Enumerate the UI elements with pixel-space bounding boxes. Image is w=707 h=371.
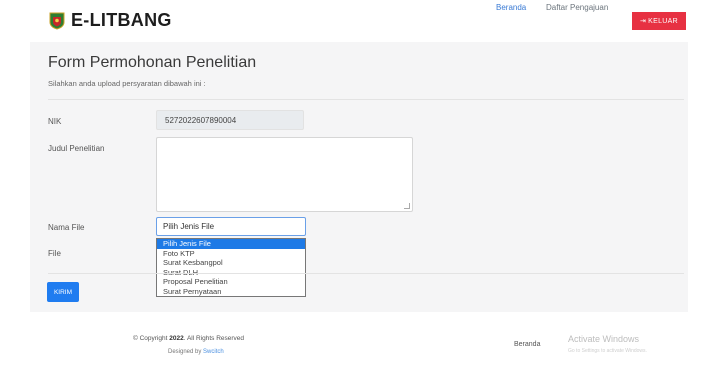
nik-label: NIK — [48, 117, 62, 126]
page-title: Form Permohonan Penelitian — [48, 54, 257, 71]
designed-prefix: Designed by — [168, 349, 204, 355]
footer-credits: Designed by Swcitch — [168, 349, 224, 355]
footer-copyright: © Copyright 2022. All Rights Reserved — [133, 335, 244, 342]
activate-windows-subtitle: Go to Settings to activate Windows. — [568, 348, 647, 354]
top-navbar: E-LITBANG Beranda Daftar Pengajuan ⇥ KEL… — [0, 0, 707, 42]
shield-logo-icon — [49, 12, 65, 30]
logout-label: KELUAR — [648, 17, 678, 25]
designer-link[interactable]: Swcitch — [203, 349, 224, 355]
submit-button[interactable]: KIRIM — [47, 282, 79, 302]
resize-grip-icon[interactable] — [404, 203, 410, 209]
judul-textarea[interactable] — [156, 137, 413, 212]
copyright-suffix: . All Rights Reserved — [183, 335, 245, 342]
file-type-selected-value: Pilih Jenis File — [163, 222, 215, 231]
logout-arrow-icon: ⇥ — [640, 18, 647, 25]
copyright-prefix: © Copyright — [133, 335, 170, 342]
option-surat-pernyataan[interactable]: Surat Pernyataan — [157, 287, 305, 297]
judul-label: Judul Penelitian — [48, 144, 105, 153]
activate-windows-watermark: Activate Windows — [568, 334, 640, 344]
option-foto-ktp[interactable]: Foto KTP — [157, 249, 305, 259]
nik-field: 5272022607890004 — [156, 110, 304, 130]
logout-button[interactable]: ⇥ KELUAR — [632, 12, 686, 30]
form-panel: Form Permohonan Penelitian Silahkan anda… — [30, 42, 688, 312]
file-type-select[interactable]: Pilih Jenis File — [156, 217, 306, 236]
nav-home-link[interactable]: Beranda — [496, 3, 526, 12]
brand-name: E-LITBANG — [71, 10, 172, 30]
form-instructions: Silahkan anda upload persyaratan dibawah… — [48, 79, 206, 88]
divider — [48, 273, 684, 274]
copyright-year: 2022 — [169, 335, 184, 342]
file-label: File — [48, 249, 61, 258]
footer-home-link[interactable]: Beranda — [514, 341, 540, 348]
option-surat-kesbangpol[interactable]: Surat Kesbangpol — [157, 258, 305, 268]
nik-value: 5272022607890004 — [165, 116, 237, 125]
file-type-dropdown-list: Pilih Jenis File Foto KTP Surat Kesbangp… — [156, 238, 306, 297]
divider — [48, 99, 684, 100]
nama-file-label: Nama File — [48, 223, 85, 232]
nav-submissions-link[interactable]: Daftar Pengajuan — [546, 3, 608, 12]
option-proposal-penelitian[interactable]: Proposal Penelitian — [157, 277, 305, 287]
brand[interactable]: E-LITBANG — [49, 10, 172, 31]
option-pilih-jenis-file[interactable]: Pilih Jenis File — [157, 239, 305, 249]
